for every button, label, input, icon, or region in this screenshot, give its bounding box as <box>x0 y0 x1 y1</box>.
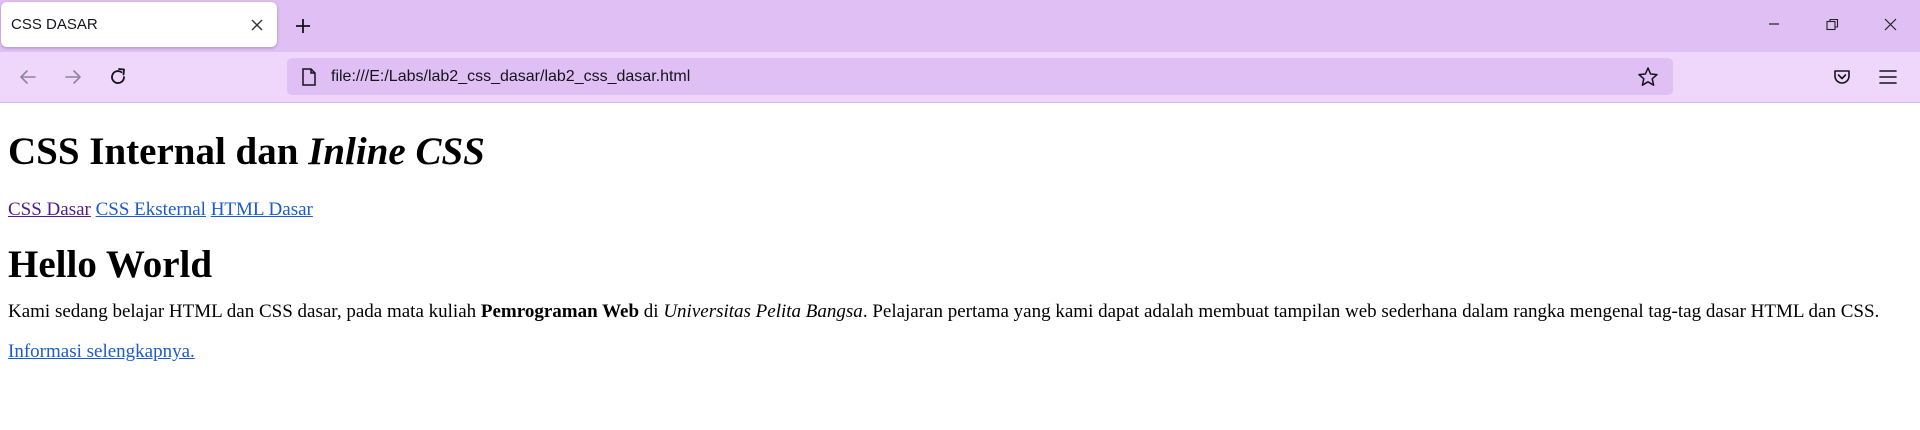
paragraph-text-1: Kami sedang belajar HTML dan CSS dasar, … <box>8 300 481 322</box>
more-info: Informasi selengkapnya. <box>8 341 1912 363</box>
page-icon <box>299 67 319 87</box>
page-title-plain: CSS Internal dan <box>8 130 309 173</box>
intro-paragraph: Kami sedang belajar HTML dan CSS dasar, … <box>8 300 1912 323</box>
close-window-icon[interactable] <box>1862 0 1918 48</box>
pocket-icon[interactable] <box>1826 61 1858 93</box>
minimize-icon[interactable] <box>1746 0 1802 48</box>
paragraph-text-3: . Pelajaran pertama yang kami dapat adal… <box>862 300 1880 322</box>
paragraph-bold: Pemrograman Web <box>480 300 640 322</box>
navigation-toolbar: file:///E:/Labs/lab2_css_dasar/lab2_css_… <box>0 52 1920 103</box>
paragraph-text-2: di <box>639 300 664 322</box>
page-title-italic: Inline CSS <box>308 130 485 173</box>
hamburger-menu-icon[interactable] <box>1872 61 1904 93</box>
page-content: CSS Internal dan Inline CSS CSS Dasar CS… <box>0 130 1920 363</box>
hello-heading: Hello World <box>8 242 213 286</box>
restore-icon[interactable] <box>1804 0 1860 48</box>
tab-title: CSS DASAR <box>11 16 98 33</box>
nav-links: CSS Dasar CSS Eksternal HTML Dasar <box>8 199 1912 221</box>
forward-arrow-icon[interactable] <box>57 61 89 93</box>
tab-bar: CSS DASAR <box>0 0 1920 52</box>
reload-icon[interactable] <box>102 61 134 93</box>
page-title: CSS Internal dan Inline CSS <box>8 130 1912 175</box>
link-css-dasar[interactable]: CSS Dasar <box>8 199 91 220</box>
paragraph-italic: Universitas Pelita Bangsa <box>663 300 863 322</box>
link-css-eksternal[interactable]: CSS Eksternal <box>96 199 206 220</box>
link-html-dasar[interactable]: HTML Dasar <box>211 199 313 220</box>
plus-icon[interactable] <box>288 12 318 40</box>
url-text[interactable]: file:///E:/Labs/lab2_css_dasar/lab2_css_… <box>331 68 1635 86</box>
back-arrow-icon[interactable] <box>12 61 44 93</box>
tab-css-dasar[interactable]: CSS DASAR <box>1 2 277 47</box>
close-icon[interactable] <box>247 15 267 35</box>
address-bar[interactable]: file:///E:/Labs/lab2_css_dasar/lab2_css_… <box>287 58 1673 95</box>
more-info-link[interactable]: Informasi selengkapnya. <box>8 341 195 362</box>
star-icon[interactable] <box>1635 64 1661 90</box>
